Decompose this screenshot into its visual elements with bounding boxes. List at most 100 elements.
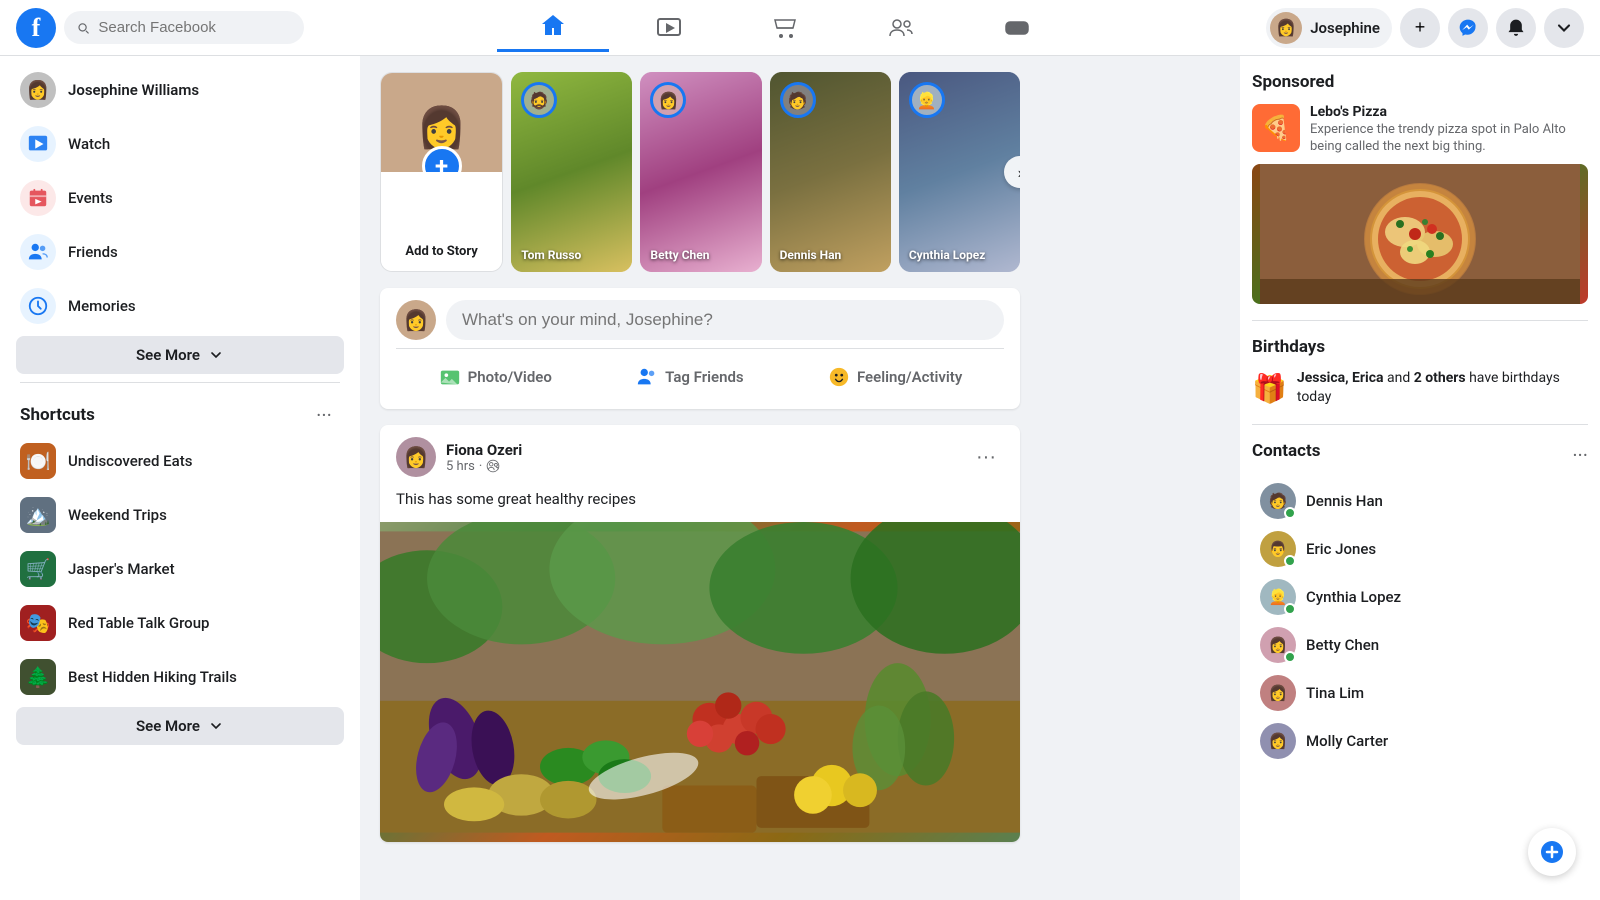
memories-sidebar-icon xyxy=(20,288,56,324)
contact-tina-name: Tina Lim xyxy=(1306,684,1364,702)
contact-cynthia-lopez[interactable]: 👱 Cynthia Lopez xyxy=(1252,573,1588,621)
user-profile-pill[interactable]: 👩 Josephine xyxy=(1266,8,1392,48)
contact-eric-avatar: 👨 xyxy=(1260,531,1296,567)
post-box-avatar: 👩 xyxy=(396,300,436,340)
nav-watch-button[interactable] xyxy=(613,4,725,52)
shortcut-weekend-trips[interactable]: 🏔️ Weekend Trips xyxy=(8,489,352,541)
sponsored-section: Sponsored 🍕 Lebo's Pizza Experience the … xyxy=(1252,72,1588,304)
search-box[interactable] xyxy=(64,11,304,44)
add-to-story-card[interactable]: 👩 + Add to Story xyxy=(380,72,503,272)
audience-icon xyxy=(486,459,500,473)
contact-dennis-han[interactable]: 🧑 Dennis Han xyxy=(1252,477,1588,525)
see-more-button[interactable]: See More xyxy=(16,336,344,374)
add-story-label-area: Add to Story xyxy=(381,172,502,271)
search-input[interactable] xyxy=(98,19,292,36)
search-icon xyxy=(76,20,90,36)
story-dennis-han[interactable]: 🧑 Dennis Han xyxy=(770,72,891,272)
birthday-names: Jessica, Erica xyxy=(1297,370,1384,386)
pizza-image-svg xyxy=(1252,164,1588,304)
gaming-icon xyxy=(1003,14,1031,42)
photo-video-label: Photo/Video xyxy=(468,368,552,386)
notifications-button[interactable] xyxy=(1496,8,1536,48)
ad-description: Experience the trendy pizza spot in Palo… xyxy=(1310,122,1588,156)
new-chat-button[interactable] xyxy=(1528,828,1576,876)
post-header: 👩 Fiona Ozeri 5 hrs · ··· xyxy=(380,425,1020,489)
post-card-fiona: 👩 Fiona Ozeri 5 hrs · ··· This has some … xyxy=(380,425,1020,842)
story-tom-russo[interactable]: 🧔 Tom Russo xyxy=(511,72,632,272)
birthday-item[interactable]: 🎁 Jessica, Erica and 2 others have birth… xyxy=(1252,369,1588,408)
nav-marketplace-button[interactable] xyxy=(729,4,841,52)
contacts-header: Contacts ··· xyxy=(1252,441,1588,469)
sidebar-item-memories[interactable]: Memories xyxy=(8,280,352,332)
contact-eric-jones[interactable]: 👨 Eric Jones xyxy=(1252,525,1588,573)
facebook-logo[interactable]: f xyxy=(16,8,56,48)
post-time: 5 hrs xyxy=(446,459,475,474)
shortcut-label-jaspers: Jasper's Market xyxy=(68,560,175,578)
nav-groups-button[interactable] xyxy=(845,4,957,52)
post-more-button[interactable]: ··· xyxy=(968,439,1004,475)
post-header-left: 👩 Fiona Ozeri 5 hrs · xyxy=(396,437,522,477)
tag-friends-icon xyxy=(635,365,659,389)
market-image-svg xyxy=(380,522,1020,842)
groups-icon xyxy=(887,14,915,42)
story-betty-chen[interactable]: 👩 Betty Chen xyxy=(640,72,761,272)
right-sidebar: Sponsored 🍕 Lebo's Pizza Experience the … xyxy=(1240,56,1600,900)
shortcut-red-table-talk[interactable]: 🎭 Red Table Talk Group xyxy=(8,597,352,649)
sidebar-item-events[interactable]: Events xyxy=(8,172,352,224)
add-button[interactable]: + xyxy=(1400,8,1440,48)
contact-molly-carter[interactable]: 👩 Molly Carter xyxy=(1252,717,1588,765)
user-avatar: 👩 xyxy=(1270,12,1302,44)
ad-text: Lebo's Pizza Experience the trendy pizza… xyxy=(1310,104,1588,156)
feeling-icon xyxy=(827,365,851,389)
messenger-icon xyxy=(1458,18,1478,38)
story-cynthia-name: Cynthia Lopez xyxy=(909,248,1010,262)
story-tom-bg: 🧔 Tom Russo xyxy=(511,72,632,272)
chevron-down-icon xyxy=(1554,18,1574,38)
nav-home-button[interactable] xyxy=(497,4,609,52)
feeling-label: Feeling/Activity xyxy=(857,368,962,386)
right-divider-1 xyxy=(1252,320,1588,321)
post-box: 👩 Photo/Video Tag Friends xyxy=(380,288,1020,409)
ad-image[interactable] xyxy=(1252,164,1588,304)
contact-dennis-avatar: 🧑 xyxy=(1260,483,1296,519)
contact-betty-chen[interactable]: 👩 Betty Chen xyxy=(1252,621,1588,669)
watch-icon xyxy=(655,14,683,42)
shortcut-undiscovered-eats[interactable]: 🍽️ Undiscovered Eats xyxy=(8,435,352,487)
story-betty-bg: 👩 Betty Chen xyxy=(640,72,761,272)
post-input[interactable] xyxy=(446,300,1004,340)
contact-tina-lim[interactable]: 👩 Tina Lim xyxy=(1252,669,1588,717)
sidebar-item-watch-label: Watch xyxy=(68,135,110,153)
new-chat-icon xyxy=(1540,840,1564,864)
birthday-text: Jessica, Erica and 2 others have birthda… xyxy=(1297,369,1588,408)
messenger-button[interactable] xyxy=(1448,8,1488,48)
contact-cynthia-online xyxy=(1284,603,1296,615)
birthdays-section: Birthdays 🎁 Jessica, Erica and 2 others … xyxy=(1252,337,1588,408)
photo-video-button[interactable]: Photo/Video xyxy=(422,357,568,397)
user-name-nav: Josephine xyxy=(1310,19,1380,37)
sidebar-user[interactable]: 👩 Josephine Williams xyxy=(8,64,352,116)
sidebar-item-watch[interactable]: Watch xyxy=(8,118,352,170)
feeling-button[interactable]: Feeling/Activity xyxy=(811,357,978,397)
menu-button[interactable] xyxy=(1544,8,1584,48)
story-cynthia-avatar: 👱 xyxy=(909,82,945,118)
nav-gaming-button[interactable] xyxy=(961,4,1073,52)
post-meta: 5 hrs · xyxy=(446,459,522,474)
story-cynthia-lopez[interactable]: 👱 Cynthia Lopez › xyxy=(899,72,1020,272)
nav-right: 👩 Josephine + xyxy=(1266,8,1584,48)
contacts-more-button[interactable]: ··· xyxy=(1572,443,1588,467)
contact-cynthia-avatar: 👱 xyxy=(1260,579,1296,615)
hiking-icon: 🌲 xyxy=(20,659,56,695)
shortcut-jaspers-market[interactable]: 🛒 Jasper's Market xyxy=(8,543,352,595)
sidebar-item-friends[interactable]: Friends xyxy=(8,226,352,278)
story-tom-avatar: 🧔 xyxy=(521,82,557,118)
stories-container: 👩 + Add to Story 🧔 Tom Russo 👩 Betty Che… xyxy=(380,72,1020,272)
shortcuts-more-button[interactable]: ··· xyxy=(308,399,340,431)
contact-tina-avatar: 👩 xyxy=(1260,675,1296,711)
tag-friends-button[interactable]: Tag Friends xyxy=(619,357,759,397)
shortcut-hiking-trails[interactable]: 🌲 Best Hidden Hiking Trails xyxy=(8,651,352,703)
sponsored-card[interactable]: 🍕 Lebo's Pizza Experience the trendy piz… xyxy=(1252,104,1588,156)
contact-eric-online xyxy=(1284,555,1296,567)
shortcuts-see-more-button[interactable]: See More xyxy=(16,707,344,745)
story-cynthia-bg: 👱 Cynthia Lopez xyxy=(899,72,1020,272)
birthdays-label: Birthdays xyxy=(1252,337,1588,357)
